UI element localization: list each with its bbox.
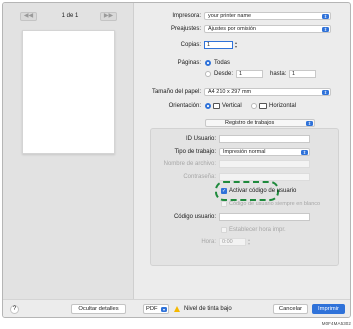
presets-value: Ajustes por omisión [208, 26, 256, 32]
password-field[interactable] [219, 173, 310, 181]
help-button[interactable]: ? [10, 305, 19, 314]
page-indicator: 1 de 1 [61, 13, 79, 19]
set-print-time-checkbox[interactable] [221, 227, 227, 233]
orientation-horizontal-label: Horizontal [269, 103, 297, 109]
file-name-field[interactable] [219, 160, 310, 168]
next-page-button[interactable]: ▶▶ [100, 12, 117, 21]
orientation-vertical-label: Vertical [222, 103, 242, 109]
hide-details-button[interactable]: Ocultar detalles [71, 304, 126, 314]
pdf-label: PDF [146, 306, 158, 312]
time-stepper[interactable]: ▴ ▾ [247, 238, 251, 246]
time-label: Hora: [201, 239, 216, 245]
time-field[interactable]: 0:00 [219, 238, 246, 246]
orientation-horizontal-radio[interactable] [251, 103, 257, 109]
job-type-label: Tipo de trabajo: [174, 149, 216, 155]
chevron-updown-icon: ⇕ [322, 13, 329, 19]
print-dialog: ◀◀ 1 de 1 ▶▶ Impresora: your printer nam… [2, 2, 351, 318]
presets-select[interactable]: Ajustes por omisión ⇕ [204, 25, 331, 33]
user-code-field[interactable] [219, 213, 310, 221]
preview-pane: ◀◀ 1 de 1 ▶▶ [3, 3, 134, 299]
paper-size-value: A4 210 x 297 mm [208, 89, 252, 95]
printer-select[interactable]: your printer name ⇕ [204, 12, 331, 20]
presets-label: Preajustes: [170, 26, 201, 32]
pages-from-label: Desde: [214, 71, 234, 77]
set-print-time-label: Establecer hora impr. [229, 227, 286, 233]
always-user-code-label: Código de usuario siempre en blanco [229, 201, 321, 207]
pages-from-field[interactable]: 1 [236, 70, 263, 78]
landscape-icon [259, 103, 267, 109]
pages-label: Páginas: [177, 60, 201, 66]
copies-label: Copias: [180, 42, 201, 48]
always-user-code-checkbox[interactable] [221, 201, 227, 207]
figure-code: M0F4MA5302 [321, 321, 351, 326]
chevron-down-icon: ▾ [161, 306, 167, 312]
printer-value: your printer name [208, 13, 252, 19]
enable-user-code-label: Activar código de usuario [229, 188, 297, 194]
copies-field[interactable]: 1 [204, 41, 233, 49]
warning-icon [174, 306, 180, 312]
chevron-updown-icon: ⇕ [306, 120, 313, 126]
copies-stepper[interactable]: ▴ ▾ [234, 41, 238, 49]
low-ink-label: Nivel de tinta bajo [184, 306, 232, 312]
paper-size-label: Tamaño del papel: [151, 89, 201, 95]
section-selector[interactable]: Registro de trabajos ⇕ [205, 119, 315, 127]
page-preview [22, 30, 115, 154]
pages-range-radio[interactable] [205, 71, 211, 77]
chevron-updown-icon: ⇕ [322, 26, 329, 32]
password-label: Contraseña: [183, 174, 216, 180]
user-code-label: Código usuario: [173, 214, 216, 220]
chevron-updown-icon: ⇕ [301, 149, 308, 155]
paper-size-select[interactable]: A4 210 x 297 mm ⇕ [204, 88, 331, 96]
pages-to-label: hasta: [270, 71, 287, 77]
job-type-select[interactable]: Impresión normal ⇕ [219, 148, 310, 156]
pages-all-radio[interactable] [205, 60, 211, 66]
file-name-label: Nombre de archivo: [163, 161, 216, 167]
section-selector-value: Registro de trabajos [225, 120, 275, 126]
printer-label: Impresora: [172, 13, 201, 19]
previous-page-button[interactable]: ◀◀ [20, 12, 37, 21]
chevron-updown-icon: ⇕ [322, 89, 329, 95]
user-id-label: ID Usuario: [185, 136, 216, 142]
pages-all-label: Todas [214, 60, 231, 66]
print-button[interactable]: Imprimir [312, 304, 345, 314]
cancel-button[interactable]: Cancelar [273, 304, 308, 314]
orientation-vertical-radio[interactable] [205, 103, 211, 109]
pages-to-field[interactable]: 1 [289, 70, 316, 78]
enable-user-code-checkbox[interactable]: ✓ [221, 188, 227, 194]
portrait-icon [213, 103, 220, 109]
orientation-label: Orientación: [168, 103, 201, 109]
bottom-bar: ? Ocultar detalles PDF ▾ Nivel de tinta … [3, 299, 350, 317]
pdf-menu-button[interactable]: PDF ▾ [143, 304, 169, 314]
job-type-value: Impresión normal [223, 149, 266, 155]
user-id-field[interactable] [219, 135, 310, 143]
